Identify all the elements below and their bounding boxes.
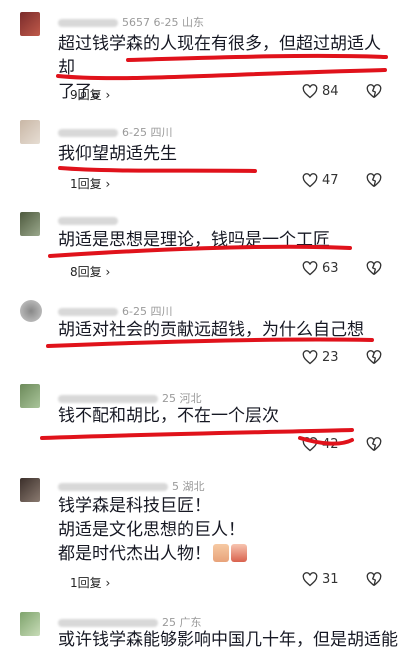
reply-link[interactable]: 8回复 › bbox=[70, 263, 110, 280]
red-underline bbox=[58, 166, 257, 173]
like-button[interactable]: 84 bbox=[302, 84, 339, 99]
reply-link[interactable]: 9回复 › bbox=[70, 86, 110, 103]
reply-link[interactable]: 1回复 › bbox=[70, 574, 110, 591]
like-count: 63 bbox=[322, 261, 339, 276]
chevron-right-icon: › bbox=[105, 177, 111, 191]
like-button[interactable]: 42 bbox=[302, 437, 339, 452]
comment-text: 胡适是思想是理论，钱吗是一个工匠 bbox=[58, 230, 330, 250]
broken-heart-icon bbox=[366, 437, 382, 452]
avatar[interactable] bbox=[20, 612, 40, 636]
heart-outline-icon bbox=[302, 350, 318, 365]
broken-heart-icon bbox=[366, 173, 382, 188]
like-button[interactable]: 47 bbox=[302, 173, 339, 188]
like-button[interactable]: 23 bbox=[302, 350, 339, 365]
dislike-button[interactable] bbox=[366, 173, 382, 192]
comment-text: 钱学森是科技巨匠！ 胡适是文化思想的巨人！ 都是时代杰出人物！ bbox=[58, 496, 247, 564]
comment-meta: 5 湖北 bbox=[58, 478, 205, 494]
like-count: 42 bbox=[322, 437, 339, 452]
avatar[interactable] bbox=[20, 478, 40, 502]
thumbs-up-emoji-icon bbox=[213, 544, 229, 562]
comment-text: 或许钱学森能够影响中国几十年，但是胡适能 bbox=[58, 630, 398, 650]
heart-outline-icon bbox=[302, 84, 318, 99]
broken-heart-icon bbox=[366, 84, 382, 99]
like-count: 31 bbox=[322, 572, 339, 587]
avatar[interactable] bbox=[20, 12, 40, 36]
chevron-right-icon: › bbox=[105, 265, 111, 279]
broken-heart-icon bbox=[366, 261, 382, 276]
like-count: 84 bbox=[322, 84, 339, 99]
broken-heart-icon bbox=[366, 350, 382, 365]
avatar[interactable] bbox=[20, 384, 40, 408]
dislike-button[interactable] bbox=[366, 261, 382, 280]
heart-outline-icon bbox=[302, 572, 318, 587]
heart-outline-icon bbox=[302, 437, 318, 452]
thumbs-up-emoji-icon bbox=[231, 544, 247, 562]
avatar[interactable] bbox=[20, 212, 40, 236]
chevron-right-icon: › bbox=[105, 576, 111, 590]
heart-outline-icon bbox=[302, 173, 318, 188]
comment-text: 钱不配和胡比，不在一个层次 bbox=[58, 406, 279, 426]
like-count: 47 bbox=[322, 173, 339, 188]
avatar[interactable] bbox=[20, 300, 42, 322]
avatar[interactable] bbox=[20, 120, 40, 144]
heart-outline-icon bbox=[302, 261, 318, 276]
like-button[interactable]: 63 bbox=[302, 261, 339, 276]
comment-meta bbox=[58, 214, 122, 227]
dislike-button[interactable] bbox=[366, 572, 382, 591]
comment-text: 我仰望胡适先生 bbox=[58, 144, 177, 164]
broken-heart-icon bbox=[366, 572, 382, 587]
reply-link[interactable]: 1回复 › bbox=[70, 175, 110, 192]
like-button[interactable]: 31 bbox=[302, 572, 339, 587]
dislike-button[interactable] bbox=[366, 84, 382, 103]
comment-meta: 5657 6-25 山东 bbox=[58, 14, 204, 30]
dislike-button[interactable] bbox=[366, 350, 382, 369]
comment-meta: 6-25 四川 bbox=[58, 303, 172, 319]
comment-meta: 6-25 四川 bbox=[58, 124, 172, 140]
dislike-button[interactable] bbox=[366, 437, 382, 456]
comment-text: 胡适对社会的贡献远超钱，为什么自己想 bbox=[58, 320, 364, 340]
like-count: 23 bbox=[322, 350, 339, 365]
chevron-right-icon: › bbox=[105, 88, 111, 102]
